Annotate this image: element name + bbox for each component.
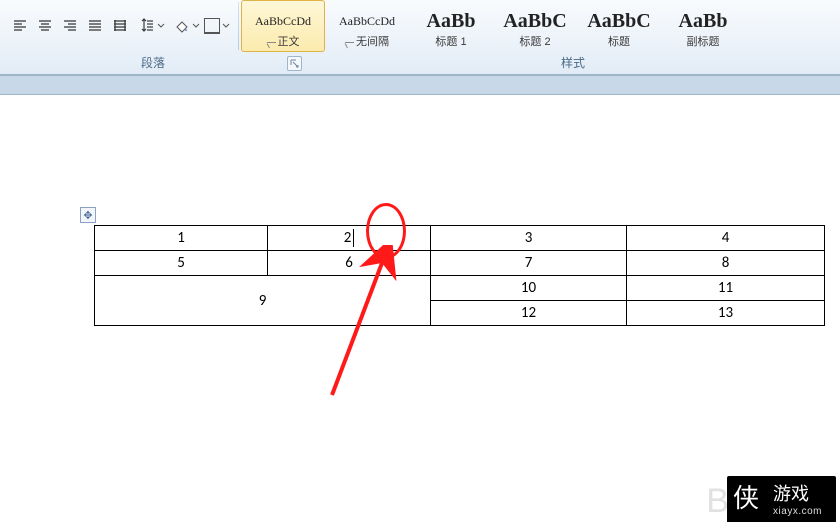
table-cell[interactable]: 5: [95, 251, 268, 276]
table-cell[interactable]: 13: [627, 301, 825, 326]
table-row: 5678: [95, 251, 825, 276]
ribbon-labels-row: 段落 样式: [0, 52, 840, 74]
watermark: 侠 游戏 xiayx.com: [727, 476, 836, 522]
style-item-0[interactable]: AaBbCcDd正文: [241, 0, 325, 52]
ribbon: AaBbCcDd正文AaBbCcDd无间隔AaBb标题 1AaBbC标题 2Aa…: [0, 0, 840, 75]
style-name: 标题: [580, 33, 658, 49]
watermark-url: xiayx.com: [773, 506, 822, 517]
group-label-paragraph: 段落: [0, 52, 306, 74]
chevron-down-icon: [191, 22, 201, 30]
align-center-button[interactable]: [33, 14, 57, 38]
paragraph-dialog-launcher[interactable]: [287, 56, 302, 71]
document-canvas[interactable]: ✥ 12345678910111213 Ba 侠 游戏 xiayx.com: [0, 95, 840, 522]
document-page: ✥ 12345678910111213: [0, 225, 840, 326]
table-cell[interactable]: 10: [431, 276, 627, 301]
paragraph-mark-icon: [345, 38, 354, 47]
style-item-2[interactable]: AaBb标题 1: [409, 0, 493, 52]
group-label-text: 段落: [141, 56, 165, 70]
table-cell[interactable]: 1: [95, 226, 268, 251]
align-right-button[interactable]: [58, 14, 82, 38]
style-sample: AaBbCcDd: [244, 9, 322, 33]
table-cell[interactable]: 3: [431, 226, 627, 251]
align-distribute-button[interactable]: [108, 14, 132, 38]
watermark-badge: 侠 游戏 xiayx.com: [727, 476, 836, 522]
style-sample: AaBbCcDd: [328, 9, 406, 33]
shading-button[interactable]: [173, 14, 202, 38]
style-name: 副标题: [664, 33, 742, 49]
table-cell[interactable]: 9: [95, 276, 431, 326]
document-table[interactable]: 12345678910111213: [94, 225, 825, 326]
style-item-3[interactable]: AaBbC标题 2: [493, 0, 577, 52]
styles-gallery[interactable]: AaBbCcDd正文AaBbCcDd无间隔AaBb标题 1AaBbC标题 2Aa…: [239, 0, 747, 52]
paragraph-button-row: [8, 14, 232, 38]
align-left-button[interactable]: [8, 14, 32, 38]
style-item-4[interactable]: AaBbC标题: [577, 0, 661, 52]
chevron-down-icon: [221, 22, 231, 30]
style-item-1[interactable]: AaBbCcDd无间隔: [325, 0, 409, 52]
watermark-brand: 游戏: [773, 484, 809, 504]
align-justify-button[interactable]: [83, 14, 107, 38]
style-sample: AaBbC: [580, 9, 658, 33]
style-name: 标题 2: [496, 33, 574, 49]
style-sample: AaBb: [664, 9, 742, 33]
style-name: 标题 1: [412, 33, 490, 49]
style-name: 无间隔: [328, 33, 406, 49]
line-spacing-button[interactable]: [138, 14, 167, 38]
ribbon-group-paragraph: [4, 0, 238, 52]
borders-button[interactable]: [203, 14, 232, 38]
table-cell[interactable]: 12: [431, 301, 627, 326]
text-caret: [353, 229, 354, 247]
table-cell[interactable]: 2: [268, 226, 431, 251]
table-cell[interactable]: 4: [627, 226, 825, 251]
watermark-logo: 侠: [733, 478, 759, 515]
table-cell[interactable]: 11: [627, 276, 825, 301]
chevron-down-icon: [156, 22, 166, 30]
table-move-handle[interactable]: ✥: [80, 207, 96, 223]
table-cell[interactable]: 7: [431, 251, 627, 276]
table-row: 1234: [95, 226, 825, 251]
paragraph-mark-icon: [267, 38, 276, 47]
style-item-5[interactable]: AaBb副标题: [661, 0, 745, 52]
table-row: 91011: [95, 276, 825, 301]
table-cell[interactable]: 8: [627, 251, 825, 276]
style-sample: AaBbC: [496, 9, 574, 33]
borders-icon: [204, 18, 220, 34]
group-label-text: 样式: [561, 56, 585, 70]
group-label-styles: 样式: [306, 52, 840, 74]
table-cell[interactable]: 6: [268, 251, 431, 276]
ruler-bar: [0, 75, 840, 95]
style-sample: AaBb: [412, 9, 490, 33]
style-name: 正文: [244, 33, 322, 49]
